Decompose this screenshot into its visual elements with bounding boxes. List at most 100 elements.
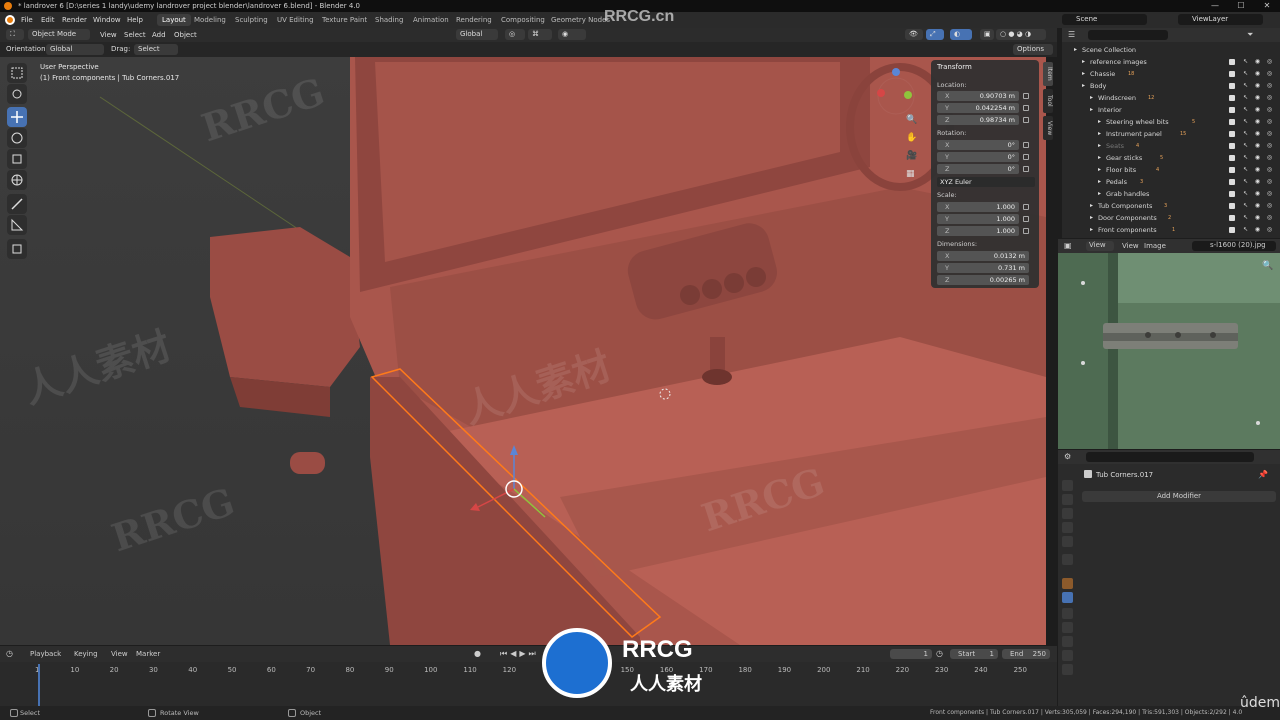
menu-view[interactable]: View	[100, 28, 117, 42]
lock-icon[interactable]	[1023, 117, 1029, 123]
eye-icon[interactable]: ◉	[1254, 82, 1261, 89]
menu-object[interactable]: Object	[174, 28, 197, 42]
scene-selector[interactable]: Scene	[1062, 14, 1147, 25]
ortho-toggle-icon[interactable]: ▦	[906, 169, 920, 183]
tab-view[interactable]: View	[1043, 116, 1053, 140]
camera-icon[interactable]: ◎	[1266, 190, 1273, 197]
tab-animation[interactable]: Animation	[408, 14, 454, 26]
outliner-row[interactable]: ▸ Pedals 3 ↖ ◉ ◎	[1062, 176, 1280, 188]
exclude-checkbox[interactable]	[1229, 83, 1235, 89]
cursor-tool[interactable]	[7, 84, 27, 104]
menu-image[interactable]: Image	[1144, 242, 1166, 250]
expand-arrow-icon[interactable]: ▸	[1088, 214, 1095, 221]
lock-icon[interactable]	[1023, 216, 1029, 222]
proportional-edit-icon[interactable]: ◉	[558, 29, 586, 40]
select-arrow-icon[interactable]: ↖	[1242, 154, 1249, 161]
camera-icon[interactable]: ◎	[1266, 82, 1273, 89]
eye-icon[interactable]: ◉	[1254, 178, 1261, 185]
xray-icon[interactable]: ▣	[980, 29, 994, 40]
lock-icon[interactable]	[1023, 204, 1029, 210]
tab-tool[interactable]: Tool	[1043, 89, 1053, 113]
material-properties-icon[interactable]	[1062, 664, 1073, 675]
exclude-checkbox[interactable]	[1229, 131, 1235, 137]
expand-arrow-icon[interactable]: ▸	[1096, 142, 1103, 149]
dimensions-x-field[interactable]: X 0.0132 m	[937, 251, 1029, 261]
eye-icon[interactable]: ◉	[1254, 226, 1261, 233]
view-layer-properties-icon[interactable]	[1062, 522, 1073, 533]
options-button[interactable]: Options	[1013, 44, 1053, 55]
tab-shading[interactable]: Shading	[370, 14, 408, 26]
scale-y-field[interactable]: Y 1.000	[937, 214, 1019, 224]
scale-x-field[interactable]: X 1.000	[937, 202, 1019, 212]
editor-type-icon[interactable]: ⛶	[6, 29, 24, 40]
eye-icon[interactable]: ◉	[1254, 58, 1261, 65]
minimize-button[interactable]: —	[1202, 0, 1228, 12]
select-tool[interactable]	[7, 63, 27, 83]
outliner-row[interactable]: ▸ Instrument panel 15 ↖ ◉ ◎	[1062, 128, 1280, 140]
output-properties-icon[interactable]	[1062, 508, 1073, 519]
exclude-checkbox[interactable]	[1229, 203, 1235, 209]
eye-icon[interactable]: ◉	[1254, 166, 1261, 173]
camera-icon[interactable]: ◎	[1266, 142, 1273, 149]
exclude-checkbox[interactable]	[1229, 179, 1235, 185]
tab-sculpting[interactable]: Sculpting	[230, 14, 273, 26]
camera-icon[interactable]: ◎	[1266, 226, 1273, 233]
camera-icon[interactable]: ◎	[1266, 106, 1273, 113]
rotation-x-field[interactable]: X 0°	[937, 140, 1019, 150]
outliner-row[interactable]: ▸ Steering wheel bits 5 ↖ ◉ ◎	[1062, 116, 1280, 128]
menu-help[interactable]: Help	[127, 12, 143, 28]
image-selector[interactable]: s-l1600 (20).jpg	[1192, 241, 1276, 251]
eye-icon[interactable]: ◉	[1254, 130, 1261, 137]
outliner-row[interactable]: ▸ Body ↖ ◉ ◎	[1062, 80, 1280, 92]
select-arrow-icon[interactable]: ↖	[1242, 214, 1249, 221]
overlay-toggle-icon[interactable]: ◐	[950, 29, 972, 40]
exclude-checkbox[interactable]	[1229, 95, 1235, 101]
snap-icon[interactable]: ⌘	[528, 29, 552, 40]
rotation-z-field[interactable]: Z 0°	[937, 164, 1019, 174]
rotation-mode-selector[interactable]: XYZ Euler	[937, 177, 1035, 187]
select-arrow-icon[interactable]: ↖	[1242, 106, 1249, 113]
rotation-y-field[interactable]: Y 0°	[937, 152, 1019, 162]
exclude-checkbox[interactable]	[1229, 59, 1235, 65]
select-arrow-icon[interactable]: ↖	[1242, 202, 1249, 209]
lock-icon[interactable]	[1023, 142, 1029, 148]
view-layer-selector[interactable]: ViewLayer	[1178, 14, 1263, 25]
eye-icon[interactable]: ◉	[1254, 70, 1261, 77]
dimensions-y-field[interactable]: Y 0.731 m	[937, 263, 1029, 273]
filter-icon[interactable]: ⏷	[1247, 30, 1253, 40]
eye-icon[interactable]: ◉	[1254, 190, 1261, 197]
exclude-checkbox[interactable]	[1229, 227, 1235, 233]
select-arrow-icon[interactable]: ↖	[1242, 70, 1249, 77]
select-arrow-icon[interactable]: ↖	[1242, 190, 1249, 197]
constraint-properties-icon[interactable]	[1062, 636, 1073, 647]
menu-view[interactable]: View	[1122, 242, 1139, 250]
eye-icon[interactable]: ◉	[1254, 214, 1261, 221]
lock-icon[interactable]	[1023, 105, 1029, 111]
visibility-icon[interactable]: 👁	[905, 29, 923, 40]
transform-orientation[interactable]: Global	[456, 29, 498, 40]
physics-properties-icon[interactable]	[1062, 622, 1073, 633]
expand-arrow-icon[interactable]: ▸	[1080, 70, 1087, 77]
expand-arrow-icon[interactable]: ▸	[1088, 226, 1095, 233]
expand-arrow-icon[interactable]: ▸	[1072, 46, 1079, 53]
select-arrow-icon[interactable]: ↖	[1242, 178, 1249, 185]
menu-edit[interactable]: Edit	[41, 12, 55, 28]
drag-selector[interactable]: Select Box	[134, 44, 178, 64]
reference-image[interactable]	[1058, 253, 1280, 449]
expand-arrow-icon[interactable]: ▸	[1096, 154, 1103, 161]
menu-render[interactable]: Render	[62, 12, 87, 28]
menu-add[interactable]: Add	[152, 28, 166, 42]
select-arrow-icon[interactable]: ↖	[1242, 58, 1249, 65]
location-y-field[interactable]: Y 0.042254 m	[937, 103, 1019, 113]
expand-arrow-icon[interactable]: ▸	[1096, 190, 1103, 197]
camera-icon[interactable]: ◎	[1266, 214, 1273, 221]
eye-icon[interactable]: ◉	[1254, 94, 1261, 101]
select-arrow-icon[interactable]: ↖	[1242, 226, 1249, 233]
eye-icon[interactable]: ◉	[1254, 202, 1261, 209]
dimensions-z-field[interactable]: Z 0.00265 m	[937, 275, 1029, 285]
outliner-row[interactable]: ▸ Scene Collection	[1062, 44, 1280, 56]
eye-icon[interactable]: ◉	[1254, 142, 1261, 149]
outliner-row[interactable]: ▸ Windscreen 12 ↖ ◉ ◎	[1062, 92, 1280, 104]
expand-arrow-icon[interactable]: ▸	[1088, 202, 1095, 209]
tool-properties-icon[interactable]	[1062, 480, 1073, 491]
